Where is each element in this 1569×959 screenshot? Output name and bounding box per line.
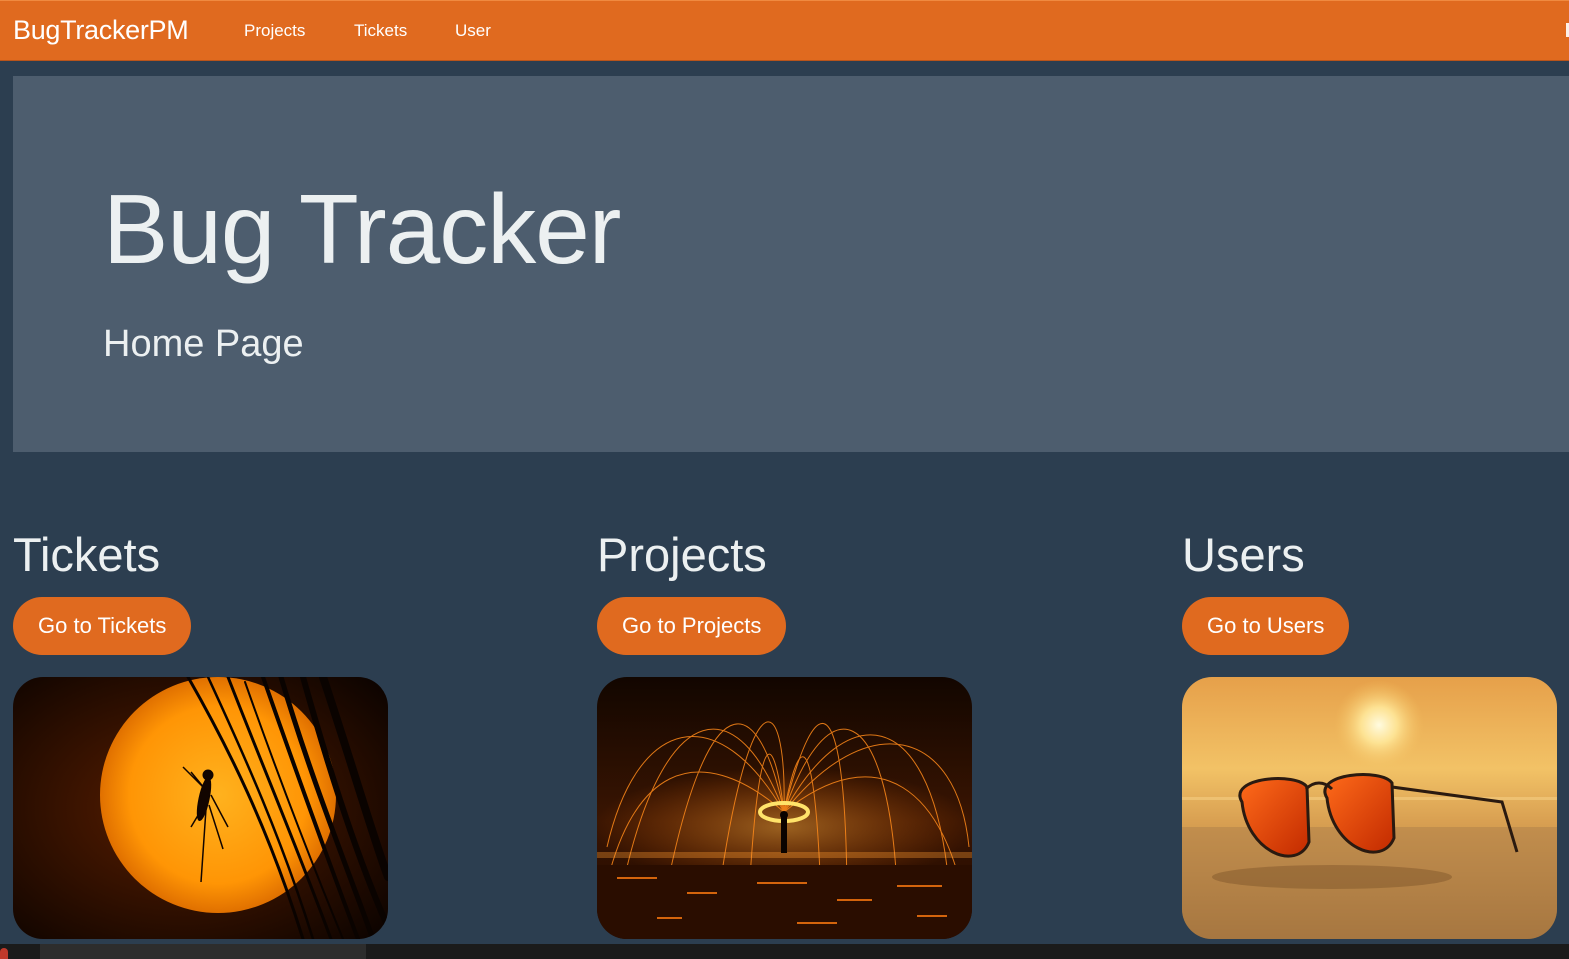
- steel-wool-fire-photo: [597, 677, 972, 939]
- hero-jumbotron: Bug Tracker Home Page: [13, 76, 1569, 452]
- page-subtitle: Home Page: [103, 323, 304, 365]
- go-to-users-button[interactable]: Go to Users: [1182, 597, 1350, 655]
- go-to-projects-button[interactable]: Go to Projects: [597, 597, 787, 655]
- page-title: Bug Tracker: [103, 174, 621, 284]
- sunglasses-beach-photo: [1182, 677, 1557, 939]
- users-heading: Users: [1182, 528, 1305, 581]
- taskbar-start-icon[interactable]: [0, 948, 8, 959]
- tickets-heading: Tickets: [13, 528, 161, 581]
- taskbar-app-button[interactable]: [40, 944, 366, 959]
- nav-link-tickets[interactable]: Tickets: [354, 21, 407, 41]
- sunglasses-beach-image: [1182, 677, 1557, 939]
- projects-heading: Projects: [597, 528, 767, 581]
- mosquito-sunset-photo: [13, 677, 388, 939]
- users-section: Users Go to Users: [1182, 528, 1562, 939]
- tickets-section: Tickets Go to Tickets: [13, 528, 393, 939]
- mosquito-sunset-image: [13, 677, 388, 939]
- brand-link[interactable]: BugTrackerPM: [13, 15, 189, 46]
- nav-link-user[interactable]: User: [455, 21, 491, 41]
- steel-wool-fire-image: [597, 677, 972, 939]
- go-to-tickets-button[interactable]: Go to Tickets: [13, 597, 192, 655]
- nav-link-projects[interactable]: Projects: [244, 21, 305, 41]
- top-navbar: BugTrackerPM Projects Tickets User: [0, 0, 1569, 61]
- projects-section: Projects Go to Projects: [597, 528, 977, 939]
